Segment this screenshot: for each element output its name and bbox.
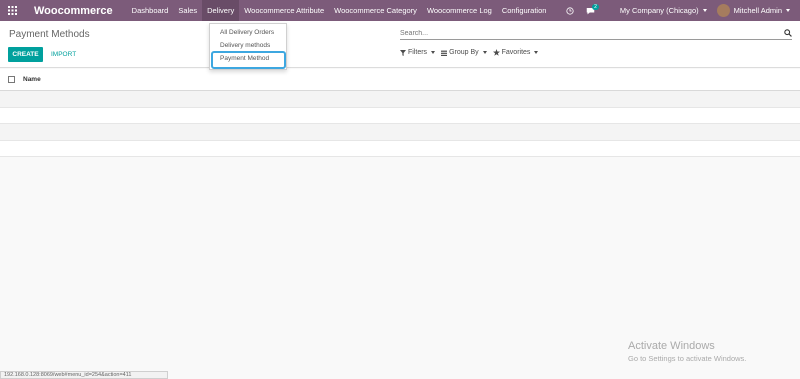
windows-activation-watermark: Activate Windows Go to Settings to activ… bbox=[628, 340, 746, 363]
select-all-checkbox[interactable] bbox=[8, 76, 15, 83]
menu-woocommerce-category[interactable]: Woocommerce Category bbox=[329, 0, 422, 21]
menu-sales[interactable]: Sales bbox=[173, 0, 202, 21]
list-icon bbox=[441, 50, 448, 56]
company-name: My Company (Chicago) bbox=[619, 6, 699, 15]
chat-icon[interactable]: 2 bbox=[586, 3, 602, 15]
chevron-down-icon bbox=[534, 51, 539, 54]
search-bar bbox=[400, 27, 792, 40]
app-brand[interactable]: Woocommerce bbox=[34, 5, 113, 17]
page-title: Payment Methods bbox=[9, 29, 90, 40]
list-view: Name bbox=[0, 69, 800, 157]
company-switcher[interactable]: My Company (Chicago) bbox=[620, 6, 707, 15]
favorites-button[interactable]: Favorites bbox=[492, 49, 539, 56]
chevron-down-icon bbox=[482, 51, 487, 54]
table-row bbox=[0, 91, 800, 108]
main-menu: Dashboard Sales Delivery Woocommerce Att… bbox=[127, 0, 552, 21]
control-panel: Payment Methods CREATE IMPORT Filters Gr… bbox=[0, 21, 800, 68]
search-options: Filters Group By Favorites bbox=[400, 49, 544, 56]
message-count-badge: 2 bbox=[592, 3, 599, 10]
menu-delivery[interactable]: Delivery bbox=[202, 0, 240, 21]
list-body bbox=[0, 91, 800, 157]
search-icon[interactable] bbox=[784, 29, 792, 37]
list-header: Name bbox=[0, 69, 800, 91]
menu-configuration[interactable]: Configuration bbox=[497, 0, 552, 21]
menu-delivery-methods[interactable]: Delivery methods bbox=[220, 42, 270, 49]
watermark-title: Activate Windows bbox=[628, 340, 715, 352]
import-button[interactable]: IMPORT bbox=[51, 47, 76, 62]
menu-dashboard[interactable]: Dashboard bbox=[127, 0, 174, 21]
favorites-label: Favorites bbox=[501, 49, 531, 56]
star-icon bbox=[492, 49, 500, 56]
chevron-down-icon bbox=[431, 51, 436, 54]
top-navbar: Woocommerce Dashboard Sales Delivery Woo… bbox=[0, 0, 800, 21]
table-row bbox=[0, 124, 800, 141]
group-by-label: Group By bbox=[449, 49, 479, 56]
group-by-button[interactable]: Group By bbox=[441, 49, 487, 56]
watermark-subtitle: Go to Settings to activate Windows. bbox=[628, 354, 747, 363]
create-button[interactable]: CREATE bbox=[8, 47, 43, 62]
table-row bbox=[0, 141, 800, 157]
user-menu[interactable]: Mitchell Admin bbox=[716, 4, 790, 17]
table-row bbox=[0, 108, 800, 124]
menu-woocommerce-attribute[interactable]: Woocommerce Attribute bbox=[239, 0, 329, 21]
avatar bbox=[716, 4, 730, 17]
column-header-name[interactable]: Name bbox=[23, 76, 41, 83]
payment-method-highlight bbox=[211, 51, 286, 69]
filters-label: Filters bbox=[408, 49, 428, 56]
user-name: Mitchell Admin bbox=[733, 6, 782, 15]
navbar-systray: 2 My Company (Chicago) Mitchell Admin bbox=[560, 0, 800, 21]
chevron-down-icon bbox=[702, 9, 707, 12]
chevron-down-icon bbox=[786, 9, 790, 12]
menu-all-delivery-orders[interactable]: All Delivery Orders bbox=[220, 29, 274, 36]
clock-icon[interactable] bbox=[566, 6, 574, 15]
apps-grid-icon[interactable] bbox=[0, 0, 24, 21]
link-status-bar: 192.168.0.128:8069/web#menu_id=254&actio… bbox=[0, 371, 168, 379]
search-input[interactable] bbox=[400, 29, 784, 37]
filters-button[interactable]: Filters bbox=[400, 49, 436, 56]
filter-icon bbox=[400, 49, 406, 56]
menu-woocommerce-log[interactable]: Woocommerce Log bbox=[422, 0, 497, 21]
